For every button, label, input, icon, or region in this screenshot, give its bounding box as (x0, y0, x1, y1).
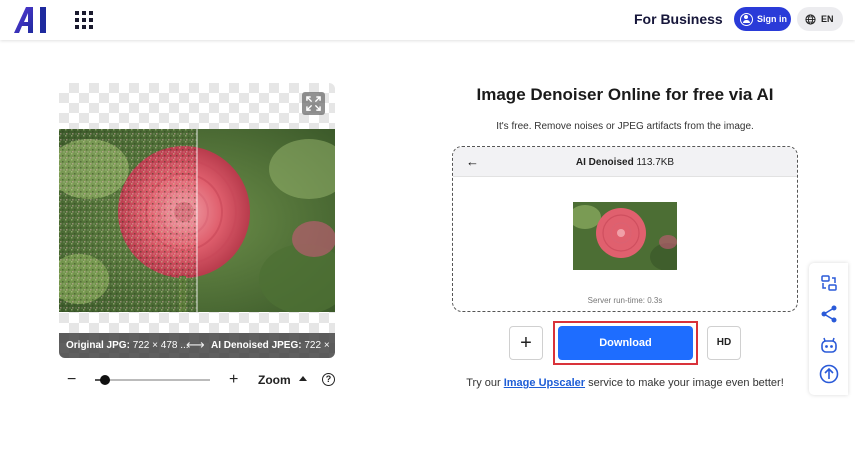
language-selector[interactable]: EN (797, 7, 843, 31)
language-label: EN (821, 14, 834, 24)
arrow-up-icon[interactable] (819, 364, 839, 384)
top-header: For Business Sign in EN (0, 0, 855, 40)
add-image-button[interactable]: + (509, 326, 543, 360)
robot-icon[interactable] (819, 335, 839, 355)
sign-in-button[interactable]: Sign in (734, 7, 791, 31)
sign-in-label: Sign in (757, 14, 787, 24)
apps-grid-icon[interactable] (75, 11, 93, 29)
result-panel: ← AI Denoised 113.7KB Server run-time: 0… (452, 146, 798, 312)
result-size: 113.7KB (636, 157, 675, 168)
image-upscaler-link[interactable]: Image Upscaler (504, 377, 585, 389)
compare-caption-bar: Original JPG: 722 × 478 ... ⟷ AI Denoise… (59, 333, 335, 358)
denoised-caption: AI Denoised JPEG: 722 × ... (211, 340, 333, 351)
globe-icon (805, 13, 816, 25)
caret-up-icon[interactable] (299, 376, 307, 381)
user-icon (740, 12, 753, 26)
side-toolbar (809, 263, 848, 395)
fullscreen-button[interactable] (302, 92, 325, 115)
zoom-controls: − + Zoom ? (59, 370, 339, 390)
page-title: Image Denoiser Online for free via AI (476, 85, 774, 104)
server-runtime: Server run-time: 0.3s (587, 296, 663, 305)
compare-photo[interactable] (59, 129, 335, 312)
result-thumbnail[interactable] (573, 202, 677, 270)
result-title: AI Denoised 113.7KB (575, 157, 675, 168)
zoom-label[interactable]: Zoom (258, 373, 291, 387)
for-business-link[interactable]: For Business (634, 11, 723, 27)
hd-button[interactable]: HD (707, 326, 741, 360)
compare-slider-handle[interactable]: ⟷ (186, 337, 205, 353)
swap-icon[interactable] (819, 273, 839, 293)
zoom-in-button[interactable]: + (229, 370, 238, 390)
page-subtitle: It's free. Remove noises or JPEG artifac… (496, 121, 754, 132)
result-header: ← AI Denoised 113.7KB (453, 147, 797, 177)
share-icon[interactable] (819, 304, 839, 324)
zoom-slider[interactable] (95, 379, 210, 381)
logo-icon[interactable] (14, 7, 52, 33)
help-icon[interactable]: ? (322, 373, 335, 386)
upscaler-promo: Try our Image Upscaler service to make y… (466, 377, 784, 389)
download-button[interactable]: Download (558, 326, 693, 360)
original-caption: Original JPG: 722 × 478 ... (66, 340, 189, 351)
zoom-out-button[interactable]: − (67, 370, 76, 390)
image-compare-preview[interactable]: Original JPG: 722 × 478 ... ⟷ AI Denoise… (59, 83, 335, 358)
zoom-slider-handle[interactable] (100, 375, 111, 385)
expand-icon (306, 96, 321, 111)
